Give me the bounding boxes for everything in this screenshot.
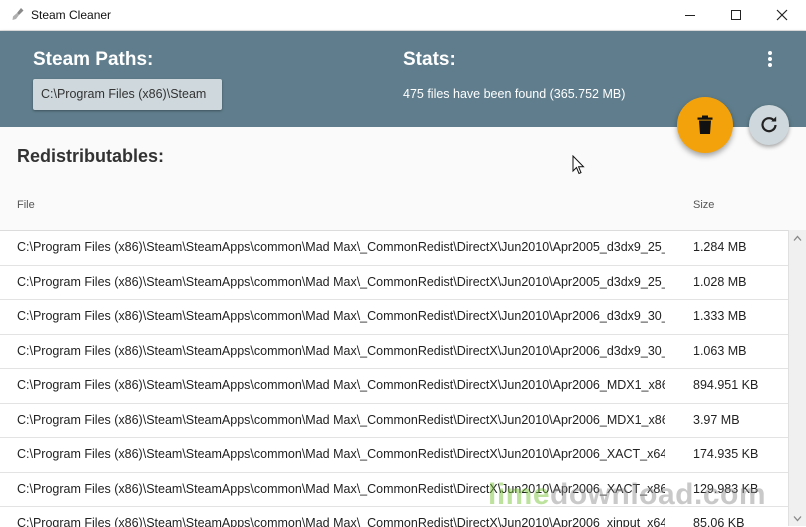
refresh-icon xyxy=(761,116,777,133)
file-size-cell: 174.935 KB xyxy=(693,447,759,461)
mouse-cursor-icon xyxy=(572,155,585,175)
watermark-part-download: download.com xyxy=(550,478,767,511)
scroll-down-arrow-icon[interactable] xyxy=(792,513,803,524)
table-row[interactable]: C:\Program Files (x86)\Steam\SteamApps\c… xyxy=(0,300,788,335)
file-path-cell: C:\Program Files (x86)\Steam\SteamApps\c… xyxy=(17,343,665,358)
file-size-cell: 894.951 KB xyxy=(693,378,759,392)
maximize-icon xyxy=(731,10,741,20)
file-size-cell: 1.028 MB xyxy=(693,274,747,289)
file-path-cell: C:\Program Files (x86)\Steam\SteamApps\c… xyxy=(17,516,665,527)
column-header-size[interactable]: Size xyxy=(693,199,714,211)
watermark: limedownload.com xyxy=(488,478,766,512)
file-size-cell: 3.97 MB xyxy=(693,412,740,427)
broom-icon xyxy=(12,8,24,20)
column-header-file[interactable]: File xyxy=(17,199,35,211)
more-vertical-icon[interactable] xyxy=(760,49,780,71)
close-icon xyxy=(776,9,788,21)
file-size-cell: 1.333 MB xyxy=(693,309,747,323)
file-path-cell: C:\Program Files (x86)\Steam\SteamApps\c… xyxy=(17,412,665,427)
file-path-cell: C:\Program Files (x86)\Steam\SteamApps\c… xyxy=(17,240,665,254)
section-title: Redistributables: xyxy=(17,146,165,166)
file-path-cell: C:\Program Files (x86)\Steam\SteamApps\c… xyxy=(17,378,665,392)
scroll-up-arrow-icon[interactable] xyxy=(792,233,803,244)
file-size-cell: 1.063 MB xyxy=(693,343,747,358)
minimize-button[interactable] xyxy=(667,0,713,30)
steam-paths-title: Steam Paths: xyxy=(33,49,154,70)
steam-path-field[interactable]: C:\Program Files (x86)\Steam xyxy=(33,79,222,110)
delete-button[interactable] xyxy=(677,97,733,153)
maximize-button[interactable] xyxy=(713,0,759,30)
table-row[interactable]: C:\Program Files (x86)\Steam\SteamApps\c… xyxy=(0,404,788,438)
file-path-cell: C:\Program Files (x86)\Steam\SteamApps\c… xyxy=(17,309,665,323)
table-row[interactable]: C:\Program Files (x86)\Steam\SteamApps\c… xyxy=(0,266,788,300)
window-title: Steam Cleaner xyxy=(31,8,112,22)
trash-icon xyxy=(697,115,713,134)
refresh-button[interactable] xyxy=(749,105,789,145)
vertical-scrollbar[interactable] xyxy=(788,230,806,526)
file-size-cell: 85.06 KB xyxy=(693,516,745,527)
file-size-cell: 1.284 MB xyxy=(693,240,747,254)
watermark-part-lime: lime xyxy=(488,478,551,511)
table-row[interactable]: C:\Program Files (x86)\Steam\SteamApps\c… xyxy=(0,335,788,369)
table-row[interactable]: C:\Program Files (x86)\Steam\SteamApps\c… xyxy=(0,231,788,266)
table-row[interactable]: C:\Program Files (x86)\Steam\SteamApps\c… xyxy=(0,438,788,473)
title-bar: Steam Cleaner xyxy=(0,0,806,31)
stats-title: Stats: xyxy=(403,49,456,70)
content-area: Redistributables: File Size C:\Program F… xyxy=(0,127,806,527)
stats-summary: 475 files have been found (365.752 MB) xyxy=(403,87,626,101)
close-button[interactable] xyxy=(759,0,805,30)
minimize-icon xyxy=(685,15,695,16)
file-path-cell: C:\Program Files (x86)\Steam\SteamApps\c… xyxy=(17,447,665,461)
table-row[interactable]: C:\Program Files (x86)\Steam\SteamApps\c… xyxy=(0,369,788,404)
file-path-cell: C:\Program Files (x86)\Steam\SteamApps\c… xyxy=(17,274,665,289)
